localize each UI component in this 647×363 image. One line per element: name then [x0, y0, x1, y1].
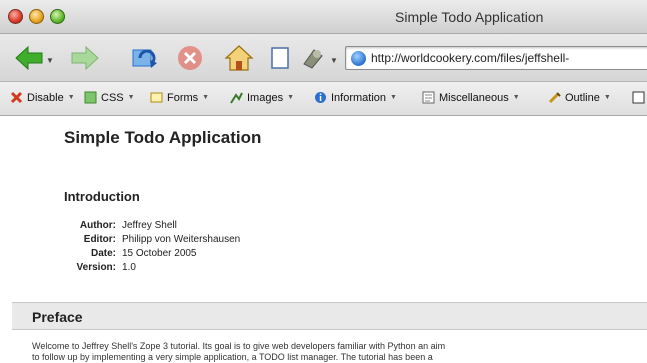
forms-icon [150, 92, 163, 103]
preface-heading: Preface [32, 309, 83, 325]
window-title: Simple Todo Application [395, 9, 544, 25]
devbar-outline-label: Outline [565, 91, 600, 104]
meta-value: Jeffrey Shell [122, 220, 177, 231]
meta-row-date: Date: 15 October 2005 [64, 247, 240, 261]
devbar-information-menu[interactable]: Information ▼ [314, 91, 397, 104]
tools-button[interactable] [300, 44, 326, 72]
meta-value: Philipp von Weitershausen [122, 234, 241, 245]
devbar-disable-label: Disable [27, 91, 64, 104]
meta-row-editor: Editor: Philipp von Weitershausen [64, 233, 240, 247]
back-arrow-icon [15, 45, 43, 71]
devbar-css-label: CSS [101, 91, 124, 104]
stop-icon [178, 46, 202, 70]
overflow-box-icon [632, 91, 645, 104]
page-content: Simple Todo Application Introduction Aut… [0, 117, 647, 363]
preface-line-1: Welcome to Jeffrey Shell's Zope 3 tutori… [32, 341, 446, 351]
minimize-window-button[interactable] [29, 9, 44, 24]
meta-value: 1.0 [122, 262, 136, 273]
bookmark-page-icon [271, 47, 289, 69]
address-bar[interactable]: http://worldcookery.com/files/jeffshell- [345, 46, 647, 70]
meta-row-author: Author: Jeffrey Shell [64, 219, 240, 233]
web-developer-toolbar: Disable ▼ CSS ▼ Forms ▼ Images ▼ Information… [0, 82, 647, 116]
back-button[interactable] [14, 44, 44, 72]
devbar-images-menu[interactable]: Images ▼ [230, 91, 294, 104]
devbar-disable-menu[interactable]: Disable ▼ [10, 91, 75, 104]
devbar-miscellaneous-menu[interactable]: Miscellaneous ▼ [422, 91, 520, 104]
devbar-miscellaneous-label: Miscellaneous [439, 91, 509, 104]
reload-button[interactable] [130, 44, 160, 72]
tools-icon [303, 49, 323, 69]
devbar-overflow-item[interactable] [632, 91, 647, 104]
zoom-window-button[interactable] [50, 9, 65, 24]
home-button[interactable] [224, 44, 254, 72]
back-history-dropdown[interactable]: ▼ [46, 56, 54, 65]
images-icon [230, 92, 243, 104]
devbar-css-menu[interactable]: CSS ▼ [84, 91, 135, 104]
devbar-outline-menu[interactable]: Outline ▼ [548, 91, 611, 104]
devbar-images-label: Images [247, 91, 284, 104]
reload-icon [132, 49, 157, 68]
document-meta: Author: Jeffrey Shell Editor: Philipp vo… [64, 219, 241, 275]
document-title: Simple Todo Application [64, 128, 262, 147]
meta-label: Author: [79, 220, 116, 231]
information-icon [315, 92, 326, 103]
site-globe-icon [351, 51, 366, 66]
navigation-toolbar: ▼ ▼ http://worldcookery.com/files/jeffsh… [0, 34, 647, 82]
meta-label: Date: [90, 248, 116, 259]
introduction-heading: Introduction [64, 189, 140, 204]
preface-section-bar: Preface [12, 302, 647, 330]
address-bar-url[interactable]: http://worldcookery.com/files/jeffshell- [371, 51, 569, 65]
bookmark-page-button[interactable] [268, 44, 292, 72]
miscellaneous-icon [422, 91, 435, 104]
devbar-information-label: Information [331, 91, 387, 104]
stop-button[interactable] [176, 44, 204, 72]
tools-dropdown[interactable]: ▼ [330, 56, 338, 65]
forward-arrow-icon [71, 45, 99, 71]
outline-icon [548, 92, 561, 104]
preface-paragraph: Welcome to Jeffrey Shell's Zope 3 tutori… [32, 341, 647, 363]
css-icon [84, 91, 97, 104]
meta-value: 15 October 2005 [122, 248, 197, 259]
forward-button[interactable] [70, 44, 100, 72]
meta-row-version: Version: 1.0 [64, 261, 240, 275]
window-titlebar: Simple Todo Application [0, 0, 647, 34]
devbar-forms-label: Forms [167, 91, 199, 104]
disable-icon [10, 91, 23, 104]
home-icon [224, 45, 254, 71]
close-window-button[interactable] [8, 9, 23, 24]
meta-label: Version: [76, 262, 116, 273]
preface-line-2: to follow up by implementing a very simp… [32, 352, 433, 362]
meta-label: Editor: [83, 234, 116, 245]
devbar-forms-menu[interactable]: Forms ▼ [150, 91, 209, 104]
